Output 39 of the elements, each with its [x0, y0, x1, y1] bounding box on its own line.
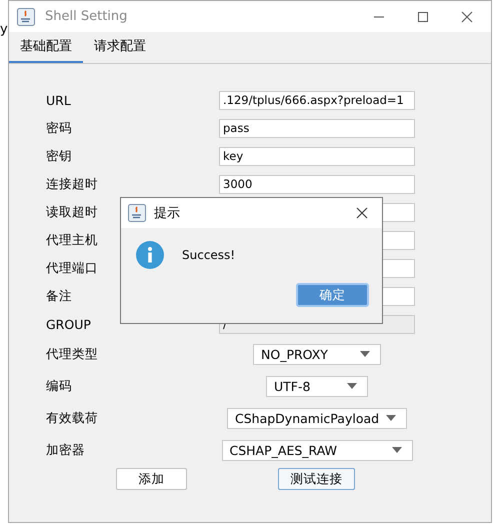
- info-icon: [136, 241, 164, 269]
- maximize-icon[interactable]: [417, 10, 429, 22]
- background-text: y: [0, 22, 8, 37]
- dialog-title: 提示: [154, 205, 180, 222]
- caret-icon: [392, 447, 402, 453]
- field-label: 加密器: [46, 442, 85, 458]
- text-field[interactable]: .129/tplus/666.aspx?preload=1: [219, 90, 415, 110]
- field-label: 代理端口: [46, 260, 98, 276]
- window-title: Shell Setting: [45, 9, 128, 24]
- field-label: 代理主机: [46, 232, 98, 248]
- field-label: URL: [46, 92, 71, 108]
- text-field[interactable]: pass: [219, 118, 415, 138]
- dropdown[interactable]: UTF-8: [266, 376, 368, 396]
- caret-icon: [360, 351, 370, 357]
- text-field[interactable]: 3000: [219, 174, 415, 194]
- field-label: 密码: [46, 120, 72, 136]
- field-label: 代理类型: [46, 346, 98, 362]
- app-icon: [128, 204, 146, 222]
- text-field[interactable]: key: [219, 146, 415, 166]
- field-label: 读取超时: [46, 204, 98, 220]
- field-label: 有效载荷: [46, 410, 98, 426]
- field-label: 备注: [46, 288, 72, 304]
- dialog-message: Success!: [182, 248, 236, 262]
- caret-icon: [386, 415, 396, 421]
- close-icon[interactable]: [461, 10, 473, 22]
- tab[interactable]: 基础配置: [9, 32, 83, 63]
- button[interactable]: 添加: [116, 468, 187, 490]
- field-label: 连接超时: [46, 176, 98, 192]
- caret-icon: [347, 383, 357, 389]
- field-label: 密钥: [46, 148, 72, 164]
- app-icon: [17, 8, 35, 26]
- dropdown[interactable]: NO_PROXY: [253, 344, 381, 364]
- dropdown[interactable]: CSHAP_AES_RAW: [222, 440, 412, 460]
- button[interactable]: 测试连接: [278, 468, 355, 490]
- field-label: GROUP: [46, 316, 91, 332]
- tab[interactable]: 请求配置: [83, 32, 157, 63]
- dropdown[interactable]: CShapDynamicPayload: [227, 408, 407, 428]
- close-icon[interactable]: [356, 207, 368, 219]
- field-label: 编码: [46, 378, 72, 394]
